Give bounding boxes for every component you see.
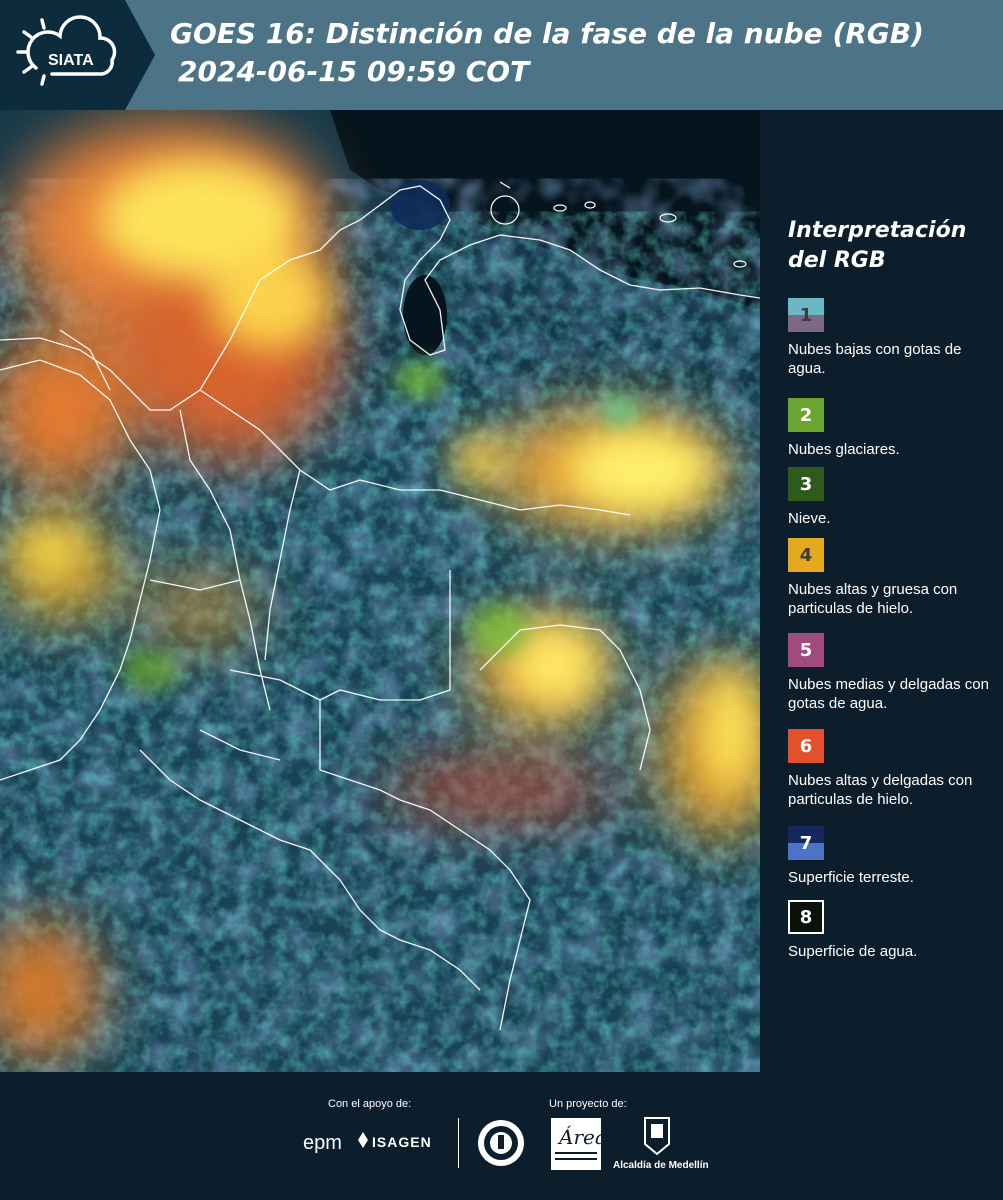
legend-item: 1 Nubes bajas con gotas de agua. bbox=[788, 298, 998, 378]
legend-label: Nubes altas y delgadas con particulas de… bbox=[788, 772, 973, 808]
legend-label: Nubes glaciares. bbox=[788, 441, 900, 458]
sun-cloud-icon: SIATA bbox=[16, 15, 117, 86]
area-metropolitana-logo: Área bbox=[551, 1118, 607, 1170]
legend-swatch: 1 bbox=[788, 298, 824, 332]
legend-number: 4 bbox=[799, 544, 813, 566]
page-timestamp: 2024-06-15 09:59 COT bbox=[178, 55, 530, 88]
legend-label: Nubes altas y gruesa con particulas de h… bbox=[788, 581, 958, 617]
satellite-map[interactable] bbox=[0, 110, 760, 1072]
svg-text:Área: Área bbox=[557, 1125, 601, 1149]
legend-swatch: 5 bbox=[788, 633, 824, 667]
logo-arrow bbox=[125, 0, 155, 110]
legend-label: Nubes bajas con gotas de agua. bbox=[788, 341, 962, 377]
legend-item: 8 Superficie de agua. bbox=[788, 900, 998, 961]
alcaldia-label: Alcaldía de Medellín bbox=[613, 1160, 709, 1171]
legend-item: 7 Superficie terreste. bbox=[788, 826, 998, 887]
footer: Con el apoyo de: Un proyecto de: epm ISA… bbox=[0, 1072, 1003, 1200]
legend-label: Nubes medias y delgadas con gotas de agu… bbox=[788, 676, 989, 712]
legend-number: 3 bbox=[799, 473, 813, 495]
legend-swatch: 6 bbox=[788, 729, 824, 763]
legend-number: 8 bbox=[799, 906, 813, 928]
epm-logo: epm bbox=[303, 1132, 342, 1154]
project-label: Un proyecto de: bbox=[549, 1098, 627, 1110]
support-label: Con el apoyo de: bbox=[328, 1098, 412, 1110]
legend-label: Superficie de agua. bbox=[788, 943, 918, 960]
legend-title-line2: del RGB bbox=[788, 248, 886, 273]
rgb-composite-image bbox=[0, 110, 760, 1072]
footer-divider bbox=[458, 1118, 459, 1168]
legend-number: 6 bbox=[799, 735, 813, 757]
logo-text: SIATA bbox=[48, 52, 94, 69]
legend-item: 3 Nieve. bbox=[788, 467, 998, 528]
legend-label: Nieve. bbox=[788, 510, 831, 527]
isagen-logo: ISAGEN bbox=[372, 1134, 432, 1150]
medellin-seal-icon bbox=[478, 1120, 524, 1166]
legend-swatch: 8 bbox=[788, 900, 824, 934]
alcaldia-shield-icon bbox=[644, 1117, 670, 1156]
legend-number: 1 bbox=[799, 304, 813, 326]
legend-title-line1: Interpretación bbox=[788, 218, 967, 243]
legend-item: 5 Nubes medias y delgadas con gotas de ag… bbox=[788, 633, 998, 713]
legend-number: 7 bbox=[799, 832, 813, 854]
siata-logo: SIATA bbox=[0, 0, 125, 110]
legend-title: Interpretación del RGB bbox=[788, 216, 998, 276]
legend-label: Superficie terreste. bbox=[788, 869, 914, 886]
legend-panel: Interpretación del RGB 1 Nubes bajas con … bbox=[760, 110, 1003, 1072]
legend-item: 4 Nubes altas y gruesa con particulas de … bbox=[788, 538, 998, 618]
legend-number: 2 bbox=[799, 404, 813, 426]
legend-swatch: 3 bbox=[788, 467, 824, 501]
legend-swatch: 2 bbox=[788, 398, 824, 432]
legend-item: 6 Nubes altas y delgadas con particulas d… bbox=[788, 729, 998, 809]
legend-swatch: 7 bbox=[788, 826, 824, 860]
isagen-mark-icon bbox=[358, 1132, 368, 1148]
legend-number: 5 bbox=[799, 639, 813, 661]
page-title: GOES 16: Distinción de la fase de la nub… bbox=[170, 17, 924, 50]
legend-item: 2 Nubes glaciares. bbox=[788, 398, 998, 459]
legend-swatch: 4 bbox=[788, 538, 824, 572]
header: SIATA GOES 16: Distinción de la fase de … bbox=[0, 0, 1003, 110]
